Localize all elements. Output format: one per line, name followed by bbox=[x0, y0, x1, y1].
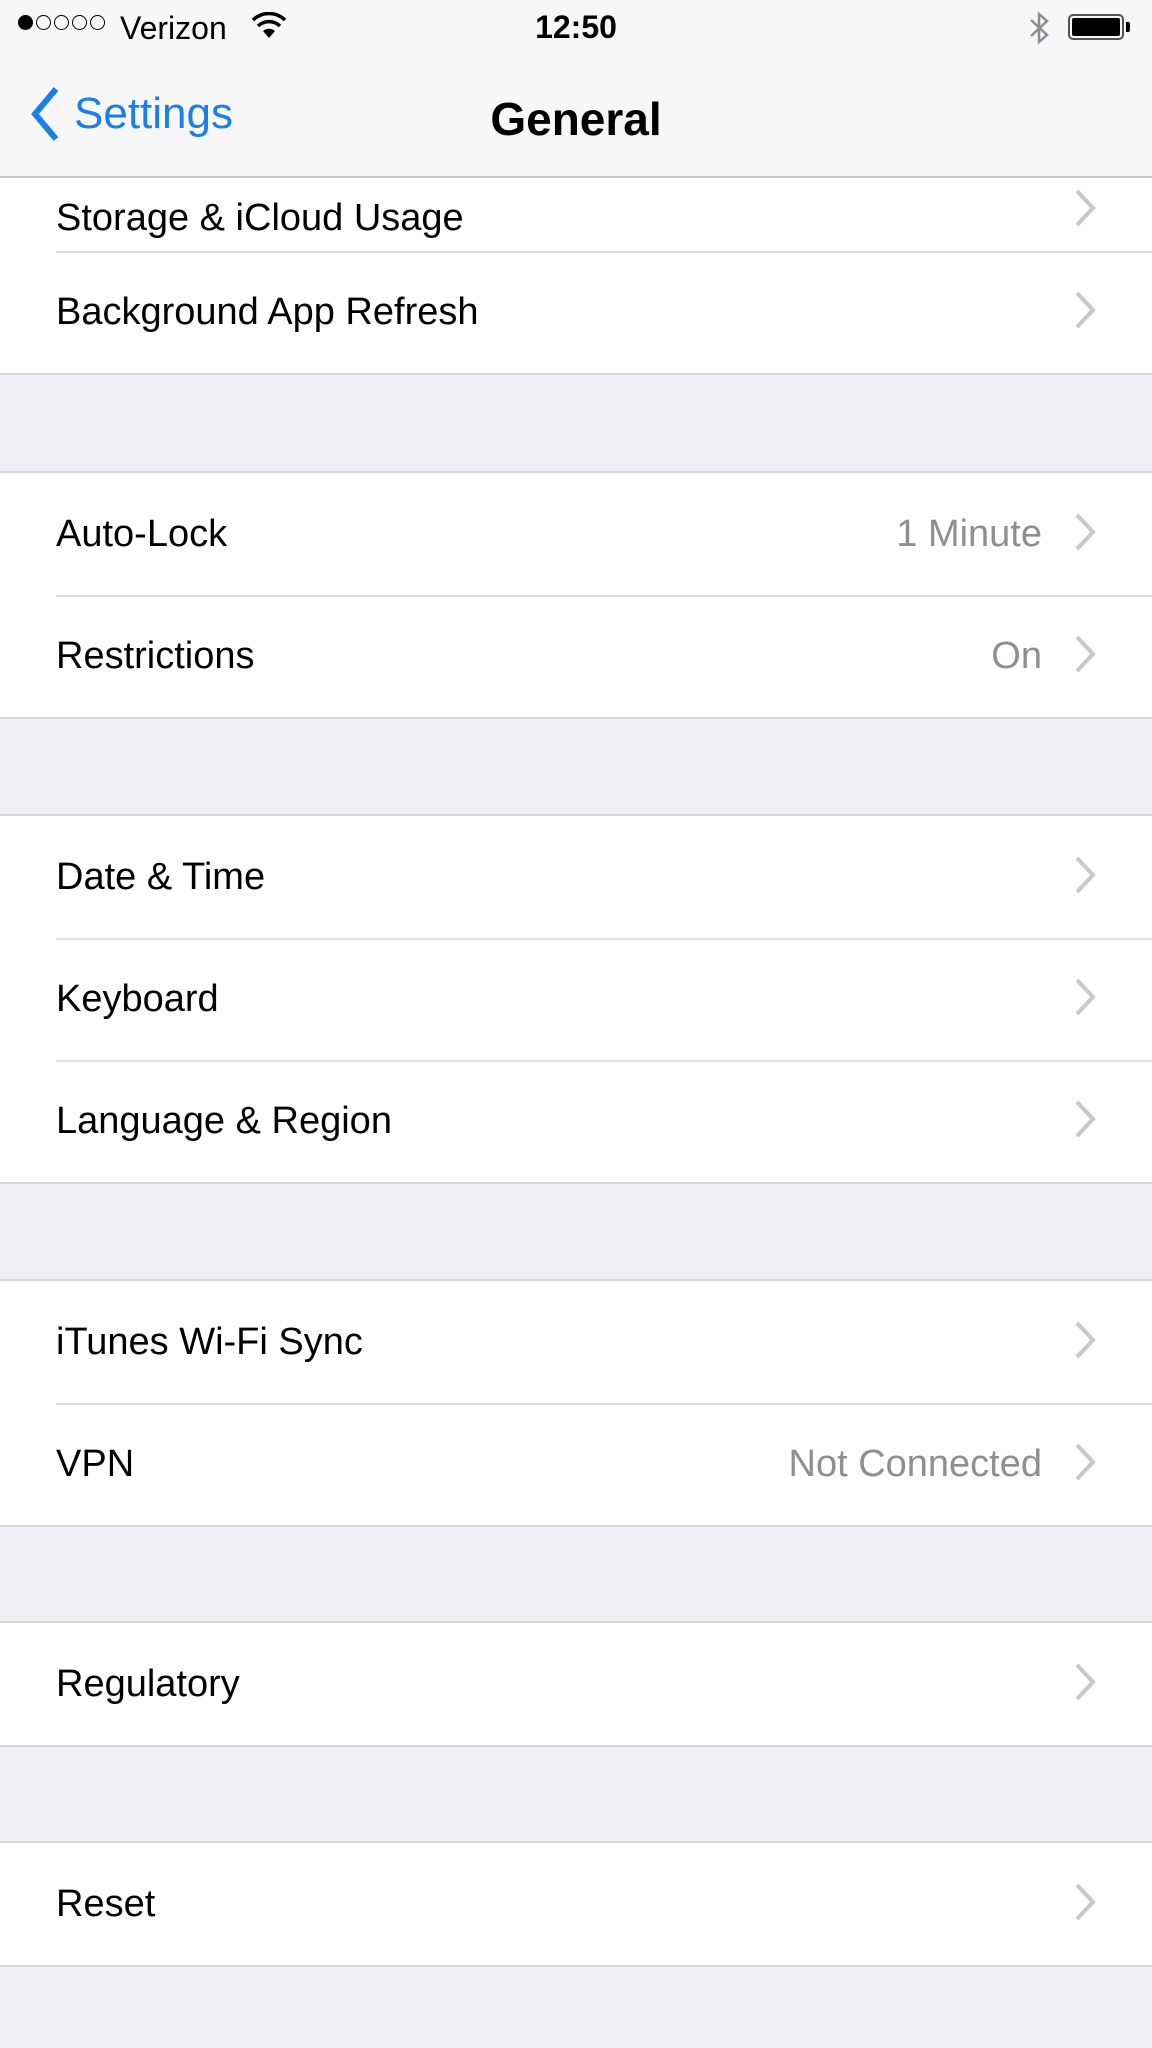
battery-icon bbox=[1068, 14, 1124, 40]
row-reset[interactable]: Reset bbox=[0, 1843, 1152, 1965]
chevron-right-icon bbox=[1075, 1883, 1096, 1921]
chevron-right-icon bbox=[1075, 856, 1096, 894]
row-vpn[interactable]: VPN Not Connected bbox=[0, 1403, 1152, 1525]
battery-level bbox=[1072, 18, 1120, 36]
row-detail: Not Connected bbox=[788, 1442, 1043, 1485]
row-restrictions[interactable]: Restrictions On bbox=[0, 595, 1152, 717]
chevron-right-icon bbox=[1075, 291, 1096, 329]
status-time: 12:50 bbox=[535, 9, 617, 45]
group-reset: Reset bbox=[0, 1841, 1152, 1967]
row-detail: 1 Minute bbox=[896, 512, 1042, 555]
group-sync: iTunes Wi-Fi Sync VPN Not Connected bbox=[0, 1279, 1152, 1527]
navigation-bar: Settings General bbox=[0, 58, 1152, 178]
row-label: Storage & iCloud Usage bbox=[56, 197, 464, 239]
battery-tip bbox=[1126, 22, 1130, 32]
chevron-right-icon bbox=[1075, 635, 1096, 673]
row-label: Auto-Lock bbox=[56, 512, 228, 555]
group-locale: Date & Time Keyboard Language & Region bbox=[0, 814, 1152, 1184]
row-label: Reset bbox=[56, 1882, 156, 1925]
chevron-right-icon bbox=[1075, 1321, 1096, 1359]
row-label: Regulatory bbox=[56, 1662, 240, 1705]
group-regulatory: Regulatory bbox=[0, 1621, 1152, 1747]
row-label: Keyboard bbox=[56, 977, 219, 1020]
row-itunes-wifi-sync[interactable]: iTunes Wi-Fi Sync bbox=[0, 1281, 1152, 1403]
row-label: Background App Refresh bbox=[56, 290, 479, 333]
chevron-right-icon bbox=[1075, 189, 1096, 227]
row-language-region[interactable]: Language & Region bbox=[0, 1060, 1152, 1182]
chevron-right-icon bbox=[1075, 1443, 1096, 1481]
row-label: iTunes Wi-Fi Sync bbox=[56, 1320, 363, 1363]
row-label: Date & Time bbox=[56, 855, 266, 898]
chevron-right-icon bbox=[1075, 1100, 1096, 1138]
row-label: Language & Region bbox=[56, 1099, 392, 1142]
row-label: VPN bbox=[56, 1442, 135, 1485]
group-lock: Auto-Lock 1 Minute Restrictions On bbox=[0, 471, 1152, 719]
chevron-right-icon bbox=[1075, 1663, 1096, 1701]
bluetooth-icon bbox=[1030, 11, 1049, 45]
page-title: General bbox=[490, 93, 662, 145]
row-detail: On bbox=[991, 634, 1042, 677]
row-label: Restrictions bbox=[56, 634, 255, 677]
row-regulatory[interactable]: Regulatory bbox=[0, 1623, 1152, 1745]
chevron-right-icon bbox=[1075, 513, 1096, 551]
row-date-time[interactable]: Date & Time bbox=[0, 816, 1152, 938]
row-background-app-refresh[interactable]: Background App Refresh bbox=[0, 251, 1152, 373]
row-auto-lock[interactable]: Auto-Lock 1 Minute bbox=[0, 473, 1152, 595]
chevron-right-icon bbox=[1075, 978, 1096, 1016]
row-keyboard[interactable]: Keyboard bbox=[0, 938, 1152, 1060]
status-bar: Verizon 12:50 bbox=[0, 0, 1152, 58]
